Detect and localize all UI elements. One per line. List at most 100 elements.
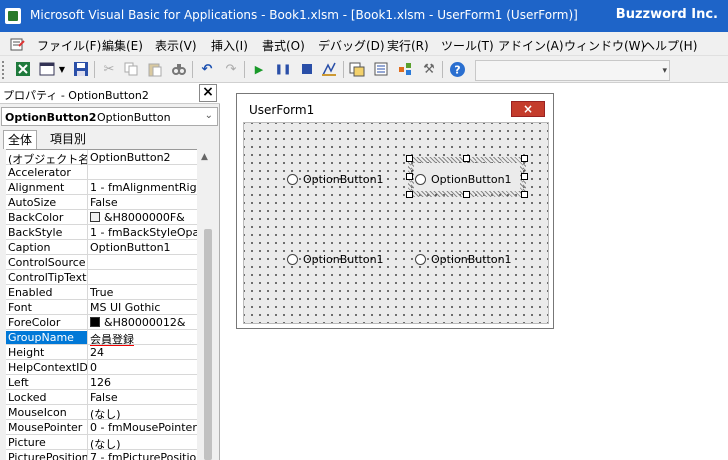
menu-run[interactable]: 実行(R) (387, 37, 429, 54)
option-button-3[interactable]: OptionButton1 (287, 252, 384, 266)
scroll-thumb[interactable] (204, 229, 212, 460)
insert-dropdown-icon[interactable]: ▼ (56, 60, 68, 78)
menu-help[interactable]: ヘルプ(H) (643, 37, 697, 54)
menu-edit[interactable]: 編集(E) (102, 37, 143, 54)
close-properties-button[interactable]: × (199, 84, 217, 102)
resize-handle[interactable] (406, 155, 413, 162)
menu-format[interactable]: 書式(O) (262, 37, 305, 54)
property-row[interactable]: MousePointer 0 - fmMousePointerD (6, 420, 197, 435)
property-value[interactable]: 7 - fmPicturePosition (90, 451, 197, 460)
cut-icon[interactable]: ✂ (100, 60, 118, 78)
toolbox-icon[interactable]: ⚒ (420, 60, 438, 78)
help-icon[interactable]: ? (448, 60, 466, 78)
object-selector[interactable]: OptionButton2 OptionButton ⌄ (1, 107, 218, 126)
property-row[interactable]: GroupName 会員登録 (6, 330, 197, 346)
property-grid: (オブジェクト名) OptionButton2 Accelerator Alignme… (6, 149, 197, 460)
property-row[interactable]: Picture (なし) (6, 435, 197, 451)
option-button-2-label: OptionButton1 (431, 172, 512, 186)
property-row[interactable]: Accelerator (6, 165, 197, 180)
property-value[interactable]: 126 (90, 376, 197, 389)
property-value[interactable]: 1 - fmAlignmentRigh (90, 181, 197, 194)
property-value[interactable]: 24 (90, 346, 197, 359)
property-value-text: &H80000012& (104, 316, 186, 329)
save-icon[interactable] (72, 60, 90, 78)
find-icon[interactable] (170, 60, 188, 78)
resize-handle[interactable] (406, 173, 413, 180)
resize-handle[interactable] (463, 155, 470, 162)
property-value[interactable]: &H80000012& (90, 316, 197, 329)
property-name: GroupName (6, 331, 87, 344)
property-value[interactable]: True (90, 286, 197, 299)
menu-debug[interactable]: デバッグ(D) (318, 37, 385, 54)
copy-icon[interactable] (122, 60, 140, 78)
menu-insert[interactable]: 挿入(I) (211, 37, 248, 54)
property-value[interactable]: False (90, 196, 197, 209)
userform-designer[interactable]: UserForm1 × OptionButton1 OptionButton1 … (236, 93, 554, 329)
property-row[interactable]: AutoSize False (6, 195, 197, 210)
property-row[interactable]: ControlTipText (6, 270, 197, 285)
menu-file[interactable]: ファイル(F) (37, 37, 101, 54)
option-button-1[interactable]: OptionButton1 (287, 172, 384, 186)
resize-handle[interactable] (406, 191, 413, 198)
property-row[interactable]: BackColor &H8000000F& (6, 210, 197, 225)
resize-handle[interactable] (521, 155, 528, 162)
property-row[interactable]: Locked False (6, 390, 197, 405)
property-row[interactable]: ControlSource (6, 255, 197, 270)
property-value[interactable]: &H8000000F& (90, 211, 197, 224)
chevron-down-icon[interactable]: ⌄ (205, 110, 213, 121)
close-icon[interactable]: × (511, 101, 545, 117)
property-row[interactable]: ForeColor &H80000012& (6, 315, 197, 330)
reset-icon[interactable] (298, 60, 316, 78)
design-mode-icon[interactable] (320, 60, 338, 78)
resize-handle[interactable] (521, 173, 528, 180)
resize-handle[interactable] (463, 191, 470, 198)
property-row[interactable]: MouseIcon (なし) (6, 405, 197, 421)
resize-handle[interactable] (521, 191, 528, 198)
toolbar-grip[interactable] (2, 61, 6, 79)
menu-view[interactable]: 表示(V) (155, 37, 197, 54)
excel-icon[interactable] (14, 60, 32, 78)
tab-alphabetic[interactable]: 全体 (3, 130, 38, 149)
property-value[interactable]: 0 (90, 361, 197, 374)
property-value[interactable]: 0 - fmMousePointerD (90, 421, 197, 434)
property-row[interactable]: Enabled True (6, 285, 197, 300)
option-button-2[interactable]: OptionButton1 (415, 172, 512, 186)
property-row[interactable]: Font MS UI Gothic (6, 300, 197, 315)
property-value[interactable]: OptionButton2 (90, 151, 197, 164)
paste-icon[interactable] (146, 60, 164, 78)
object-browser-icon[interactable] (396, 60, 414, 78)
userform-canvas[interactable]: OptionButton1 OptionButton1 OptionButton… (243, 122, 549, 324)
property-value[interactable]: False (90, 391, 197, 404)
option-button-4[interactable]: OptionButton1 (415, 252, 512, 266)
property-scrollbar[interactable]: ▲ (198, 149, 218, 460)
color-swatch (90, 212, 100, 222)
menu-addins[interactable]: アドイン(A) (498, 37, 564, 54)
tab-categorized[interactable]: 項目別 (46, 130, 90, 149)
break-icon[interactable]: ❚❚ (274, 60, 292, 78)
vba-menu-icon[interactable] (10, 36, 26, 52)
properties-icon[interactable] (372, 60, 390, 78)
property-value[interactable]: 1 - fmBackStyleOpac (90, 226, 197, 239)
scroll-up-icon[interactable]: ▲ (201, 152, 208, 162)
color-swatch (90, 317, 100, 327)
menu-window[interactable]: ウィンドウ(W) (564, 37, 645, 54)
property-row[interactable]: (オブジェクト名) OptionButton2 (6, 150, 197, 166)
undo-icon[interactable]: ↶ (198, 60, 216, 78)
column-divider (87, 255, 88, 270)
property-row[interactable]: Caption OptionButton1 (6, 240, 197, 255)
property-value[interactable]: OptionButton1 (90, 241, 197, 254)
property-value[interactable]: MS UI Gothic (90, 301, 197, 314)
property-row[interactable]: HelpContextID 0 (6, 360, 197, 375)
insert-userform-icon[interactable] (38, 60, 56, 78)
column-divider (87, 315, 88, 330)
redo-icon[interactable]: ↷ (222, 60, 240, 78)
property-row[interactable]: PicturePosition 7 - fmPicturePosition (6, 450, 197, 460)
property-row[interactable]: BackStyle 1 - fmBackStyleOpac (6, 225, 197, 240)
object-name: OptionButton2 (5, 111, 97, 124)
menu-tools[interactable]: ツール(T) (441, 37, 494, 54)
property-row[interactable]: Left 126 (6, 375, 197, 390)
run-icon[interactable]: ▶ (250, 60, 268, 78)
property-row[interactable]: Alignment 1 - fmAlignmentRigh (6, 180, 197, 195)
property-row[interactable]: Height 24 (6, 345, 197, 360)
project-explorer-icon[interactable] (348, 60, 366, 78)
